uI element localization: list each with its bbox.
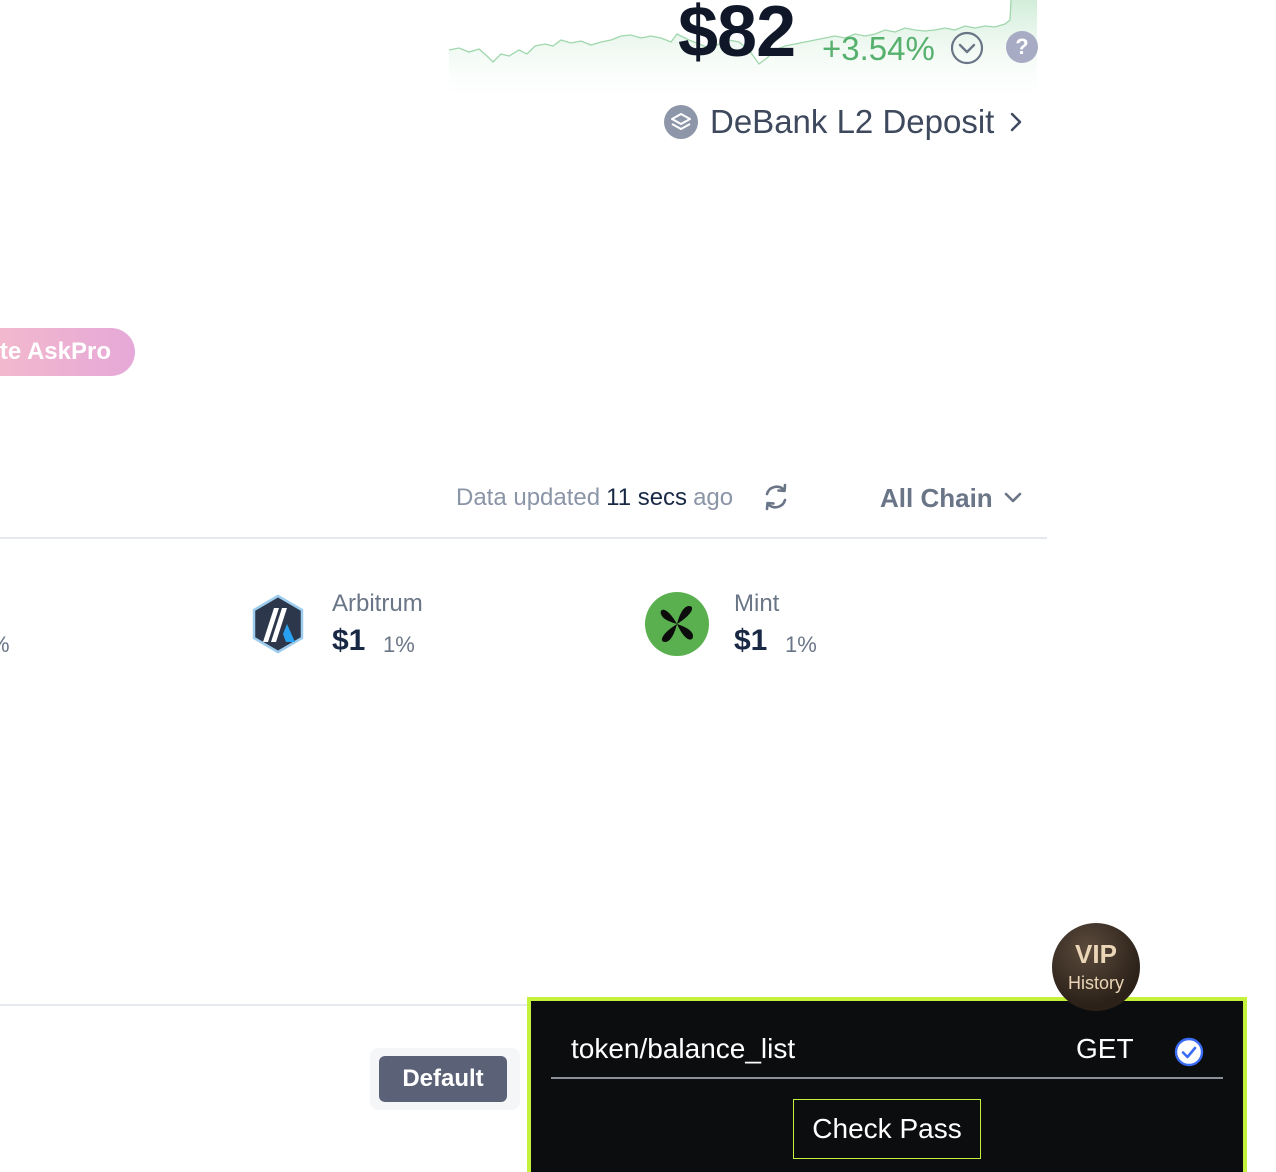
chain-card-mint[interactable]: Mint $1 1% [645, 590, 945, 660]
chain-name: Mint [734, 590, 780, 617]
chevron-right-icon [1011, 112, 1022, 132]
api-check-panel: token/balance_list GET Check Pass [527, 997, 1247, 1172]
refresh-icon[interactable] [762, 482, 790, 512]
default-button[interactable]: Default [379, 1056, 507, 1102]
chain-percent: 1% [383, 632, 415, 657]
updated-prefix: Data updated [456, 484, 601, 511]
chain-card-arbitrum[interactable]: Arbitrum $1 1% [246, 590, 546, 660]
total-balance: $82 [678, 0, 796, 72]
divider [551, 1077, 1223, 1079]
check-circle-icon[interactable] [1174, 1037, 1204, 1067]
chevron-down-circle-icon[interactable] [950, 31, 984, 65]
vip-subtitle: History [1067, 973, 1124, 993]
askpro-label: te AskPro [0, 338, 111, 365]
api-endpoint-path: token/balance_list [571, 1033, 796, 1064]
layers-icon [664, 105, 698, 139]
chain-value: $1 [734, 624, 768, 657]
askpro-button[interactable]: te AskPro [0, 328, 135, 376]
updated-time: 11 secs [606, 484, 688, 511]
chain-value: $1 [332, 624, 366, 657]
chain-name: Arbitrum [332, 590, 423, 617]
deposit-link-label: DeBank L2 Deposit [710, 103, 995, 140]
check-pass-button[interactable]: Check Pass [793, 1099, 981, 1159]
sort-toggle-group: Default [370, 1048, 520, 1110]
divider [0, 1004, 530, 1006]
data-updated-status: Data updated 11 secs ago [456, 480, 733, 516]
updated-suffix: ago [693, 484, 734, 511]
mint-icon [645, 592, 709, 656]
help-icon[interactable]: ? [1006, 31, 1038, 63]
partial-chain-percent: % [0, 632, 10, 658]
vip-title: VIP [1075, 939, 1117, 969]
api-method: GET [1076, 1033, 1134, 1064]
chain-percent: 1% [785, 632, 817, 657]
page: $82 +3.54% ? DeBank L2 Deposit te AskPro… [0, 0, 1276, 1172]
vip-history-button[interactable]: VIP History [1052, 923, 1140, 1011]
chain-filter-label: All Chain [880, 482, 993, 513]
balance-change: +3.54% [822, 30, 935, 67]
chevron-down-icon [1004, 492, 1021, 503]
divider [0, 537, 1047, 539]
arbitrum-icon [252, 594, 304, 654]
debank-l2-deposit-link[interactable]: DeBank L2 Deposit [664, 100, 1024, 144]
chain-filter-dropdown[interactable]: All Chain [880, 480, 1023, 516]
